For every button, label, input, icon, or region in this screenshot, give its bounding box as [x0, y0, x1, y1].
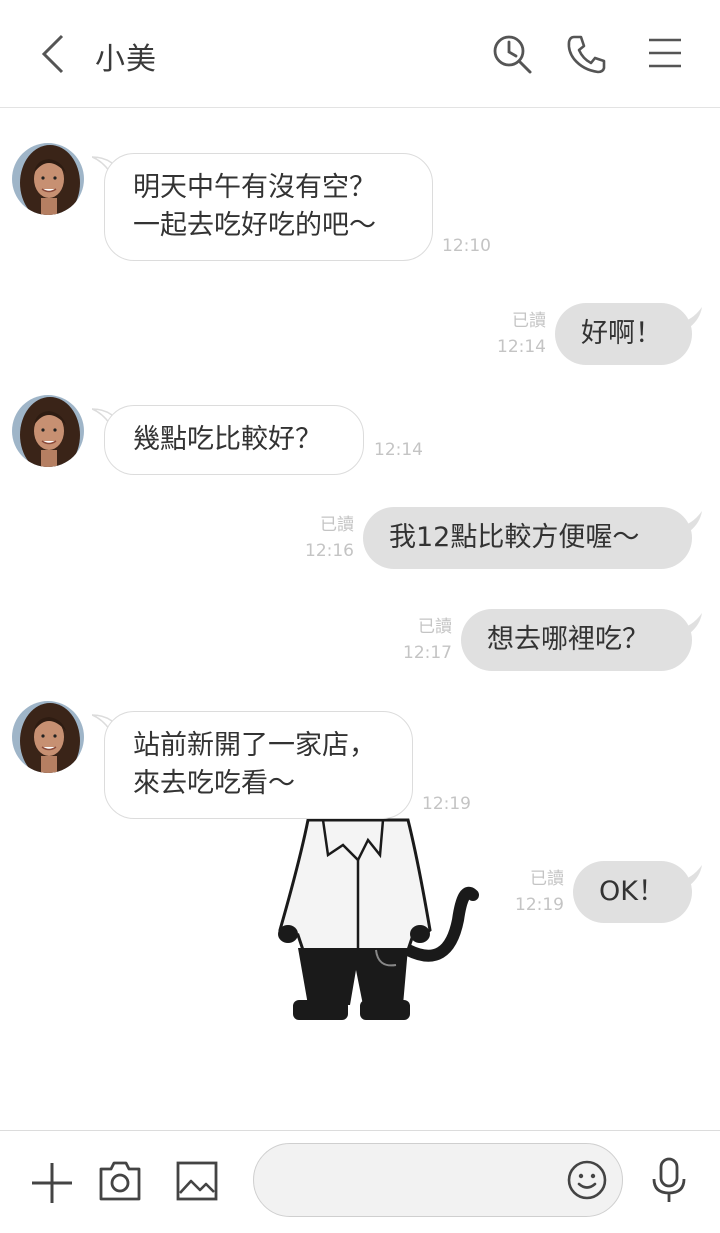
image-icon — [176, 1161, 218, 1201]
chevron-left-icon — [41, 34, 64, 74]
outgoing-message-bubble[interactable]: OK！ — [573, 861, 692, 923]
avatar-portrait-icon — [12, 143, 84, 215]
menu-button[interactable] — [641, 30, 689, 78]
message-time: 12:10 — [442, 236, 491, 256]
bubble-tail — [678, 613, 704, 637]
bubble-tail — [678, 865, 704, 889]
plus-icon — [32, 1163, 72, 1203]
contact-avatar[interactable] — [12, 701, 84, 773]
avatar-portrait-icon — [12, 701, 84, 773]
bubble-tail — [678, 511, 704, 535]
message-text-line: OK！ — [599, 876, 665, 907]
message-input-box[interactable] — [253, 1143, 623, 1217]
contact-avatar[interactable] — [12, 395, 84, 467]
call-button[interactable] — [563, 30, 611, 78]
read-receipt: 已讀 — [418, 617, 452, 637]
search-history-button[interactable] — [488, 30, 536, 78]
incoming-message-bubble[interactable]: 站前新開了一家店， 來去吃吃看～ — [104, 711, 413, 819]
message-text-line: 好啊！ — [581, 318, 662, 349]
hamburger-menu-icon — [649, 38, 681, 68]
message-text-line: 站前新開了一家店， — [133, 730, 376, 761]
smiley-icon — [567, 1160, 607, 1200]
message-text-line: 我12點比較方便喔～ — [389, 522, 640, 553]
bubble-tail — [678, 307, 704, 331]
cat-in-jacket-sticker[interactable] — [268, 800, 488, 1030]
contact-avatar[interactable] — [12, 143, 84, 215]
microphone-icon — [652, 1157, 686, 1202]
message-meta: 已讀 12:16 — [300, 512, 354, 564]
message-time: 12:16 — [305, 541, 354, 561]
message-time: 12:19 — [422, 794, 471, 814]
chat-header: 小美 — [0, 0, 720, 108]
message-text-line: 想去哪裡吃？ — [487, 624, 649, 655]
voice-button[interactable] — [646, 1155, 692, 1209]
incoming-message-bubble[interactable]: 明天中午有沒有空？ 一起去吃好吃的吧～ — [104, 153, 433, 261]
message-time: 12:17 — [403, 643, 452, 663]
message-meta: 已讀 12:17 — [398, 614, 452, 666]
message-meta: 已讀 12:19 — [510, 866, 564, 918]
read-receipt: 已讀 — [512, 311, 546, 331]
message-composer — [0, 1130, 720, 1233]
gallery-button[interactable] — [173, 1157, 221, 1209]
chat-title: 小美 — [95, 42, 157, 77]
incoming-message-bubble[interactable]: 幾點吃比較好？ — [104, 405, 364, 475]
read-receipt: 已讀 — [320, 515, 354, 535]
back-button[interactable] — [36, 32, 72, 76]
message-meta: 已讀 12:14 — [492, 308, 546, 360]
camera-button[interactable] — [95, 1157, 145, 1209]
camera-icon — [99, 1161, 141, 1201]
phone-icon — [567, 35, 606, 74]
add-attachment-button[interactable] — [28, 1159, 76, 1211]
message-time: 12:19 — [515, 895, 564, 915]
cat-sticker-icon — [278, 818, 479, 1020]
message-text-line: 明天中午有沒有空？ — [133, 172, 376, 203]
outgoing-message-bubble[interactable]: 我12點比較方便喔～ — [363, 507, 692, 569]
message-text-line: 來去吃吃看～ — [133, 768, 295, 799]
outgoing-message-bubble[interactable]: 好啊！ — [555, 303, 692, 365]
message-input[interactable] — [278, 1162, 552, 1200]
message-time: 12:14 — [374, 440, 423, 460]
clock-search-icon — [493, 35, 532, 74]
message-text-line: 一起去吃好吃的吧～ — [133, 210, 376, 241]
read-receipt: 已讀 — [530, 869, 564, 889]
emoji-button[interactable] — [566, 1159, 608, 1205]
avatar-portrait-icon — [12, 395, 84, 467]
outgoing-message-bubble[interactable]: 想去哪裡吃？ — [461, 609, 692, 671]
message-text-line: 幾點吃比較好？ — [133, 424, 322, 455]
message-time: 12:14 — [497, 337, 546, 357]
